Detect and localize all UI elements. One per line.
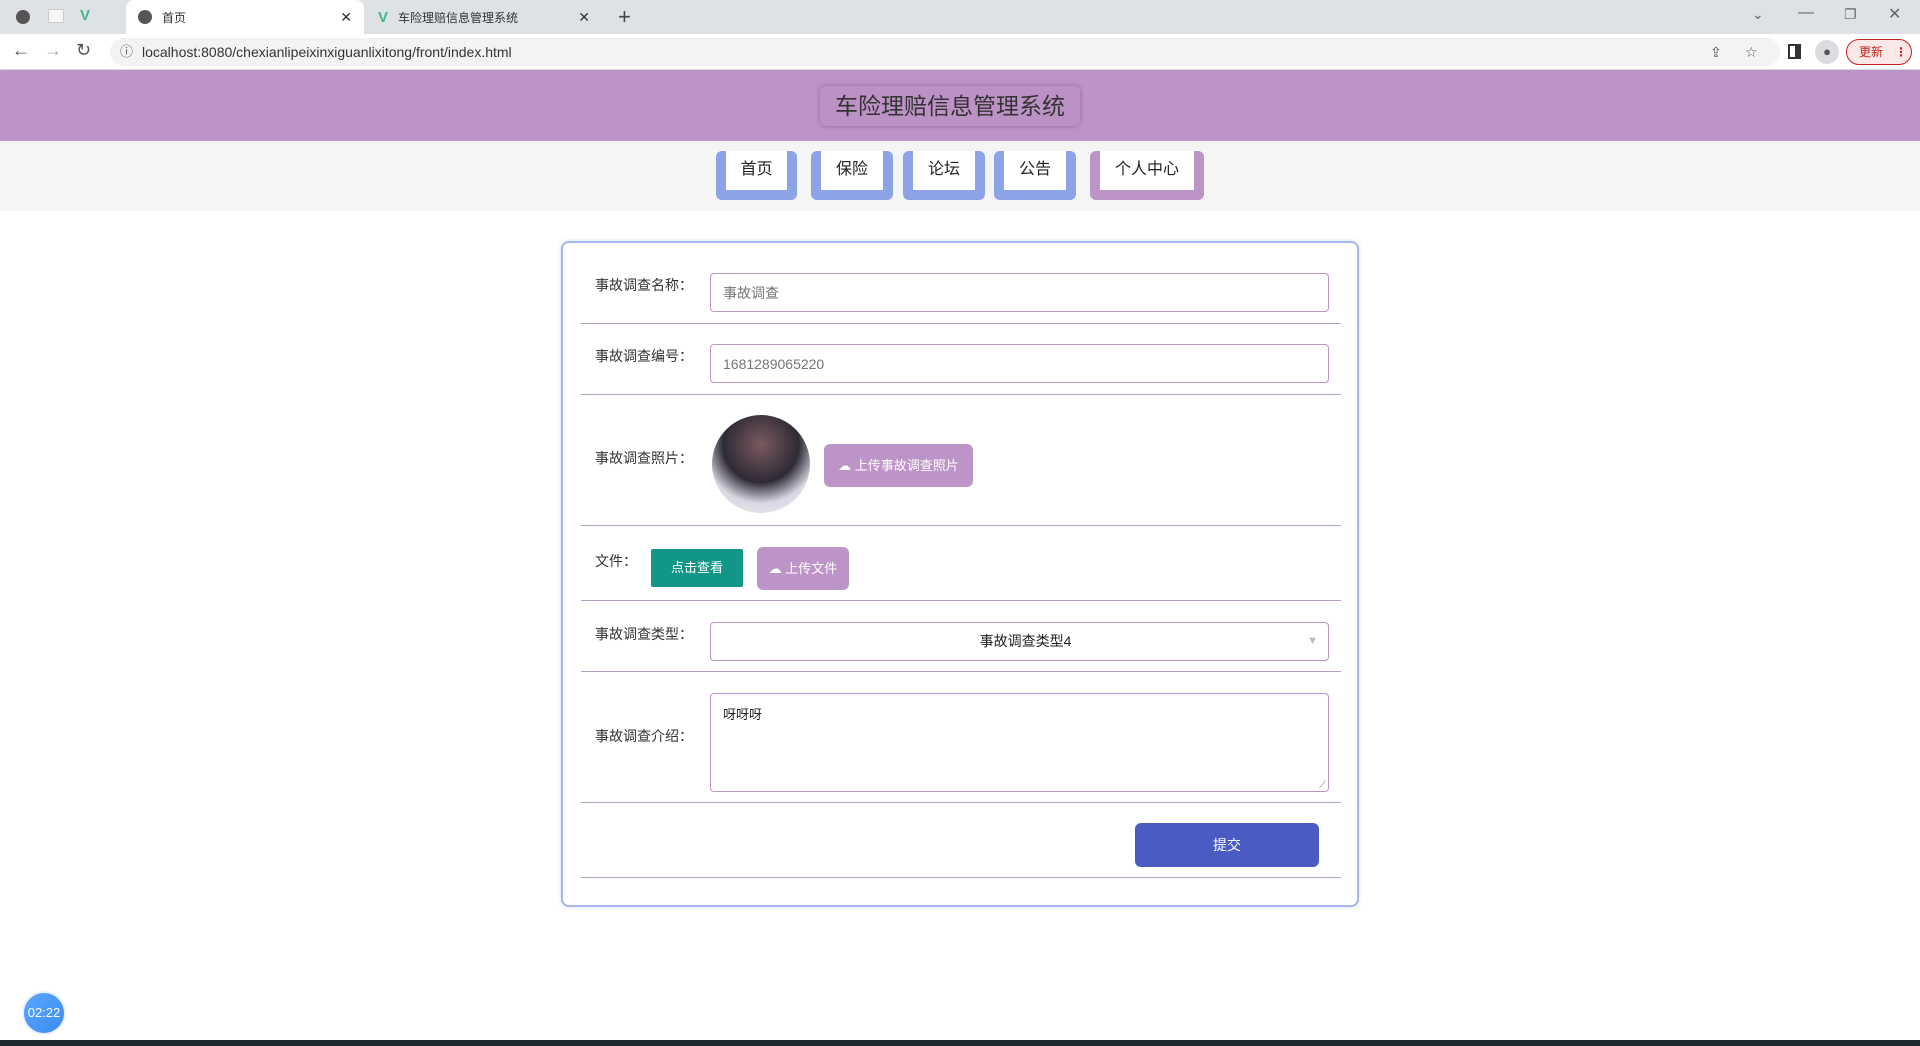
- close-window-icon[interactable]: ✕: [1888, 4, 1901, 24]
- name-input[interactable]: [710, 273, 1329, 312]
- profile-avatar-icon[interactable]: ●: [1815, 40, 1839, 64]
- nav-label: 论坛: [913, 151, 975, 190]
- submit-button[interactable]: 提交: [1135, 823, 1319, 867]
- intro-text: 呀呀呀: [723, 707, 763, 722]
- nav-label: 公告: [1004, 151, 1066, 190]
- minimize-icon[interactable]: —: [1798, 4, 1814, 22]
- timer-badge[interactable]: 02:22: [22, 991, 66, 1035]
- type-select[interactable]: 事故调查类型4 ▼: [710, 622, 1329, 661]
- divider: [581, 323, 1341, 324]
- info-icon: ⓘ: [120, 44, 134, 59]
- url-input[interactable]: ⓘ localhost:8080/chexianlipeixinxiguanli…: [110, 38, 1780, 66]
- divider: [581, 394, 1341, 395]
- type-label: 事故调查类型：: [595, 626, 693, 642]
- tab-group-icon[interactable]: [48, 9, 64, 23]
- tab-title: 车险理赔信息管理系统: [398, 10, 519, 25]
- taskbar-edge: [0, 1040, 1920, 1046]
- restore-icon[interactable]: ❐: [1844, 6, 1857, 23]
- intro-textarea[interactable]: 呀呀呀 ⟋: [710, 693, 1329, 792]
- nav-label: 保险: [821, 151, 883, 190]
- tab-system[interactable]: V 车险理赔信息管理系统 ✕: [370, 0, 600, 34]
- nav-notice[interactable]: 公告: [994, 151, 1076, 200]
- vue-icon: V: [378, 8, 389, 26]
- upload-photo-label: 上传事故调查照片: [854, 458, 959, 473]
- reload-icon[interactable]: ↻: [76, 40, 91, 61]
- type-value: 事故调查类型4: [979, 633, 1072, 649]
- tab-home[interactable]: 首页 ✕: [126, 0, 364, 34]
- nav-insurance[interactable]: 保险: [811, 151, 893, 200]
- new-tab-icon[interactable]: +: [618, 4, 631, 30]
- divider: [581, 877, 1341, 878]
- nav-label: 个人中心: [1100, 151, 1194, 190]
- side-panel-icon[interactable]: [1788, 44, 1801, 59]
- nav-label: 首页: [726, 151, 787, 190]
- forward-icon[interactable]: →: [44, 40, 62, 61]
- divider: [581, 671, 1341, 672]
- name-label: 事故调查名称：: [595, 277, 693, 293]
- back-icon[interactable]: ←: [12, 40, 30, 61]
- chevron-down-icon[interactable]: ⌄: [1752, 6, 1764, 23]
- globe-icon[interactable]: [16, 10, 30, 24]
- cloud-upload-icon: ☁: [768, 561, 782, 576]
- divider: [581, 600, 1341, 601]
- upload-file-label: 上传文件: [785, 561, 838, 576]
- vue-icon[interactable]: V: [80, 7, 90, 24]
- nav-forum[interactable]: 论坛: [903, 151, 985, 200]
- more-icon: ⋮: [1895, 45, 1908, 59]
- nav-home[interactable]: 首页: [716, 151, 797, 200]
- photo-label: 事故调查照片：: [595, 450, 693, 466]
- url-text: localhost:8080/chexianlipeixinxiguanlixi…: [142, 44, 512, 60]
- resize-handle-icon[interactable]: ⟋: [1319, 780, 1326, 791]
- upload-file-button[interactable]: ☁ 上传文件: [757, 547, 849, 590]
- view-file-button[interactable]: 点击查看: [651, 549, 743, 587]
- share-icon[interactable]: ⇪: [1710, 38, 1722, 66]
- file-label: 文件：: [595, 553, 637, 569]
- accident-form: 事故调查名称： 事故调查编号： 事故调查照片： ☁ 上传事故调查照片 文件： 点…: [561, 241, 1359, 907]
- cloud-upload-icon: ☁: [838, 458, 852, 473]
- address-bar: ← → ↻ ⓘ localhost:8080/chexianlipeixinxi…: [0, 34, 1920, 70]
- tab-title: 首页: [162, 10, 187, 25]
- number-label: 事故调查编号：: [595, 348, 693, 364]
- close-icon[interactable]: ✕: [578, 9, 590, 26]
- browser-tab-bar: V 首页 ✕ V 车险理赔信息管理系统 ✕ + ⌄ — ❐ ✕: [0, 0, 1920, 34]
- divider: [581, 525, 1341, 526]
- main-nav: 首页 保险 论坛 公告 个人中心: [0, 141, 1920, 211]
- update-button[interactable]: 更新 ⋮: [1846, 39, 1912, 65]
- upload-photo-button[interactable]: ☁ 上传事故调查照片: [824, 444, 973, 487]
- site-header: 车险理赔信息管理系统: [0, 70, 1920, 141]
- star-icon[interactable]: ☆: [1745, 38, 1758, 66]
- divider: [581, 802, 1341, 803]
- number-input[interactable]: [710, 344, 1329, 383]
- close-icon[interactable]: ✕: [340, 9, 352, 26]
- intro-label: 事故调查介绍：: [595, 728, 693, 744]
- accident-photo[interactable]: [712, 415, 810, 513]
- chevron-down-icon: ▼: [1307, 635, 1318, 647]
- nav-personal-center[interactable]: 个人中心: [1090, 151, 1204, 200]
- site-title: 车险理赔信息管理系统: [820, 86, 1080, 126]
- update-label: 更新: [1859, 45, 1884, 59]
- globe-icon: [138, 10, 152, 24]
